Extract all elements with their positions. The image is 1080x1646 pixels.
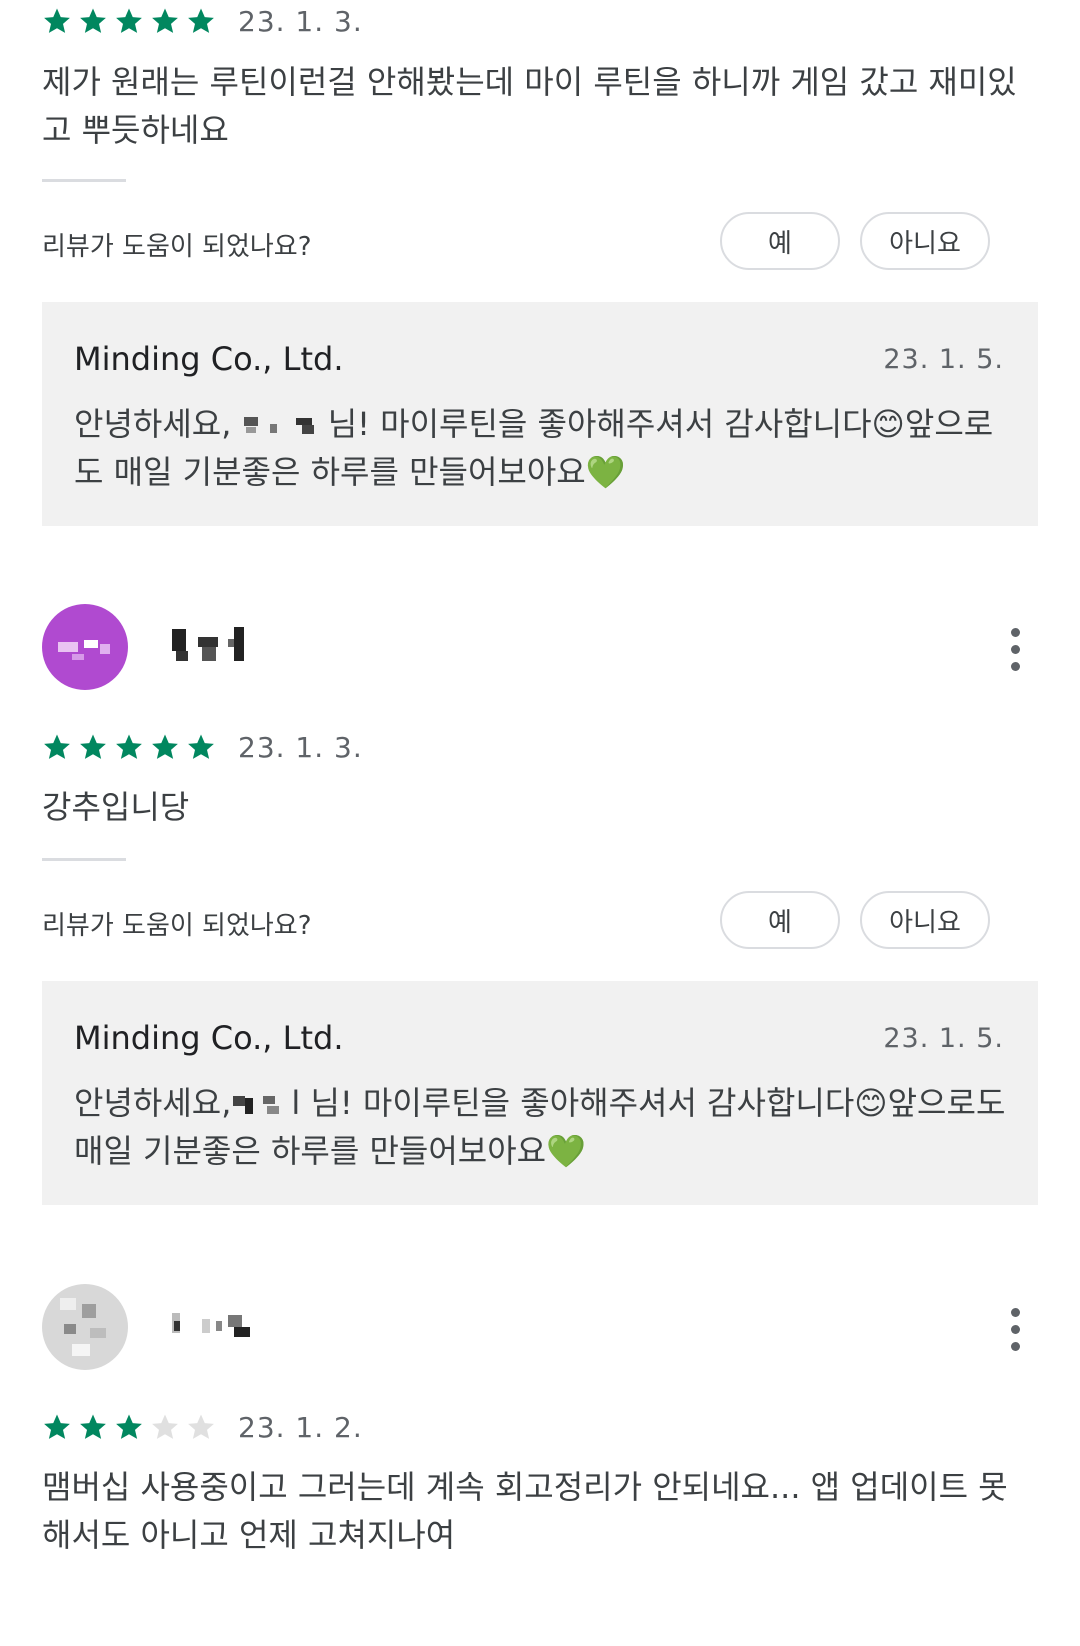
review-card: 23. 1. 3. 제가 원래는 루틴이런걸 안해봤는데 마이 루틴을 하니까 … [0, 0, 1080, 540]
avatar [42, 1284, 128, 1370]
star-icon [80, 1414, 106, 1439]
star-icon [116, 734, 142, 759]
star-icon [44, 1414, 70, 1439]
developer-name: Minding Co., Ltd. [74, 1019, 344, 1057]
redacted-username [243, 417, 314, 434]
review-text: 강추입니당 [42, 788, 190, 826]
review-date: 23. 1. 3. [238, 730, 363, 764]
star-icon [80, 734, 106, 759]
review-text: 맴버십 사용중이고 그러는데 계속 회고정리가 안되네요... 앱 업데이트 못… [42, 1468, 1008, 1554]
star-icon [44, 8, 70, 33]
star-icon [80, 8, 106, 33]
developer-name: Minding Co., Ltd. [74, 340, 344, 378]
review-card: 23. 1. 2. 맴버십 사용중이고 그러는데 계속 회고정리가 안되네요..… [0, 1270, 1080, 1646]
username-redacted [172, 627, 244, 661]
divider [42, 179, 126, 182]
reply-date: 23. 1. 5. [883, 344, 1004, 375]
helpful-no-button[interactable]: 아니요 [860, 891, 990, 949]
star-icon [116, 8, 142, 33]
star-icon [152, 734, 178, 759]
rating-stars: 23. 1. 3. [42, 1, 363, 41]
username-redacted [172, 1313, 250, 1337]
review-date: 23. 1. 2. [238, 1410, 363, 1444]
helpful-yes-button[interactable]: 예 [720, 212, 840, 270]
star-empty-icon [152, 1414, 178, 1439]
star-icon [116, 1414, 142, 1439]
star-icon [188, 734, 214, 759]
redacted-username [233, 1096, 280, 1114]
rating-stars: 23. 1. 2. [42, 1407, 363, 1447]
reply-date: 23. 1. 5. [883, 1023, 1004, 1054]
review-card: 23. 1. 3. 강추입니당 리뷰가 도움이 되었나요? 예 아니요 Mind… [0, 590, 1080, 1210]
helpful-question: 리뷰가 도움이 되었나요? [42, 911, 312, 941]
review-text: 제가 원래는 루틴이런걸 안해봤는데 마이 루틴을 하니까 게임 갔고 재미있고… [42, 63, 1017, 149]
reviews-page: 23. 1. 3. 제가 원래는 루틴이런걸 안해봤는데 마이 루틴을 하니까 … [0, 0, 1080, 1646]
star-icon [188, 8, 214, 33]
more-vert-icon[interactable] [1008, 1308, 1022, 1358]
review-date: 23. 1. 3. [238, 4, 363, 38]
helpful-question: 리뷰가 도움이 되었나요? [42, 232, 312, 262]
star-icon [152, 8, 178, 33]
star-empty-icon [188, 1414, 214, 1439]
helpful-yes-button[interactable]: 예 [720, 891, 840, 949]
helpful-no-button[interactable]: 아니요 [860, 212, 990, 270]
developer-reply: Minding Co., Ltd. 23. 1. 5. 안녕하세요, 님! 마이… [42, 302, 1038, 526]
more-vert-icon[interactable] [1008, 628, 1022, 678]
reply-text: 안녕하세요, l 님! 마이루틴을 좋아해주셔서 감사합니다😊앞으로도 매일 기분… [74, 1084, 1006, 1170]
reply-text: 안녕하세요, 님! 마이루틴을 좋아해주셔서 감사합니다😊앞으로도 매일 기분좋… [74, 405, 994, 491]
avatar [42, 604, 128, 690]
star-icon [44, 734, 70, 759]
divider [42, 858, 126, 861]
developer-reply: Minding Co., Ltd. 23. 1. 5. 안녕하세요, l 님! 마… [42, 981, 1038, 1205]
rating-stars: 23. 1. 3. [42, 727, 363, 767]
